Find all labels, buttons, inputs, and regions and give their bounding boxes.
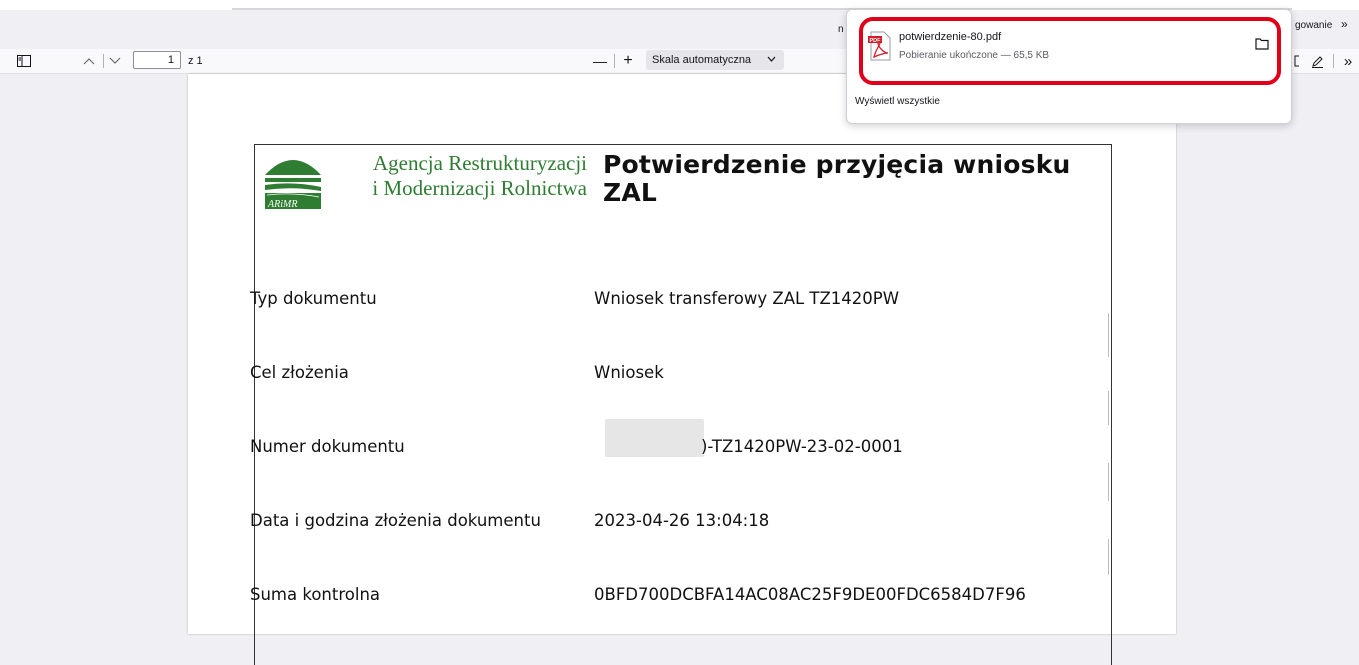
row-divider [1108,313,1109,357]
row-value: 2023-04-26 13:04:18 [594,511,770,530]
agency-name-line2: i Modernizacji Rolnictwa [372,176,587,200]
zoom-scale-select[interactable]: Skala automatyczna [646,50,784,70]
toolbar-label-partial[interactable]: gowanie [1295,20,1332,31]
table-row: Suma kontrolna 0BFD700DCBFA14AC08AC25F9D… [250,575,1111,615]
agency-name: Agencja Restrukturyzacji i Modernizacji … [341,151,587,201]
download-status: Pobieranie ukończone — 65,5 KB [899,50,1050,61]
table-row: Numer dokumentu )-TZ1420PW-23-02-0001 [250,427,1111,467]
toolbar-separator [103,54,104,68]
page-number-input[interactable]: 1 [133,51,181,69]
sidebar-toggle-icon[interactable] [14,49,34,73]
row-divider [1108,539,1109,575]
download-filename: potwierdzenie-80.pdf [899,31,1002,43]
row-divider [1108,463,1109,501]
arimr-logo: ARiMR [263,151,323,211]
logo-text: ARiMR [267,199,297,210]
agency-name-line1: Agencja Restrukturyzacji [373,151,587,175]
show-all-downloads-link[interactable]: Wyświetl wszystkie [855,96,940,107]
toolbar-overflow-button[interactable]: » [1340,49,1356,73]
row-value: )-TZ1420PW-23-02-0001 [701,437,903,456]
obscured-toolbar-text: n [838,24,844,35]
zoom-in-button[interactable]: + [620,49,636,73]
zoom-scale-value: Skala automatyczna [652,54,752,66]
next-page-icon[interactable] [106,49,124,73]
table-row: Data i godzina złożenia dokumentu 2023-0… [250,501,1111,541]
toolbar-separator [614,54,615,68]
previous-page-icon[interactable] [80,49,98,73]
toolbar-separator [1333,54,1334,68]
chevron-down-icon [767,50,776,70]
row-label: Typ dokumentu [250,289,377,308]
row-value: 0BFD700DCBFA14AC08AC25F9DE00FDC6584D7F96 [594,585,1026,604]
row-value: Wniosek [594,363,664,382]
zoom-out-button[interactable]: — [592,49,608,73]
row-divider [1108,391,1109,425]
table-row: Typ dokumentu Wniosek transferowy ZAL TZ… [250,279,1111,319]
draw-tool-icon[interactable] [1308,49,1326,73]
table-row: Cel złożenia Wniosek [250,353,1111,393]
pdf-page: ARiMR Agencja Restrukturyzacji i Moderni… [188,74,1176,665]
document-title: Potwierdzenie przyjęcia wniosku ZAL [603,150,1071,207]
row-label: Suma kontrolna [250,585,381,604]
row-value: Wniosek transferowy ZAL TZ1420PW [594,289,900,308]
row-label: Numer dokumentu [250,437,405,456]
vertical-scrollbar[interactable] [1347,74,1359,625]
downloads-panel: PDF potwierdzenie-80.pdf Pobieranie ukoń… [846,9,1292,124]
pdf-file-icon: PDF [868,31,892,61]
document-frame: ARiMR Agencja Restrukturyzacji i Moderni… [250,144,1112,665]
row-label: Cel złożenia [250,363,349,382]
folder-icon[interactable] [1255,37,1269,51]
download-item[interactable]: PDF potwierdzenie-80.pdf Pobieranie ukoń… [859,17,1281,85]
text-tool-icon[interactable] [1292,49,1302,73]
page-total-label: z 1 [188,55,203,67]
chevron-right-double-icon[interactable]: » [1341,17,1348,31]
row-label: Data i godzina złożenia dokumentu [250,511,541,530]
